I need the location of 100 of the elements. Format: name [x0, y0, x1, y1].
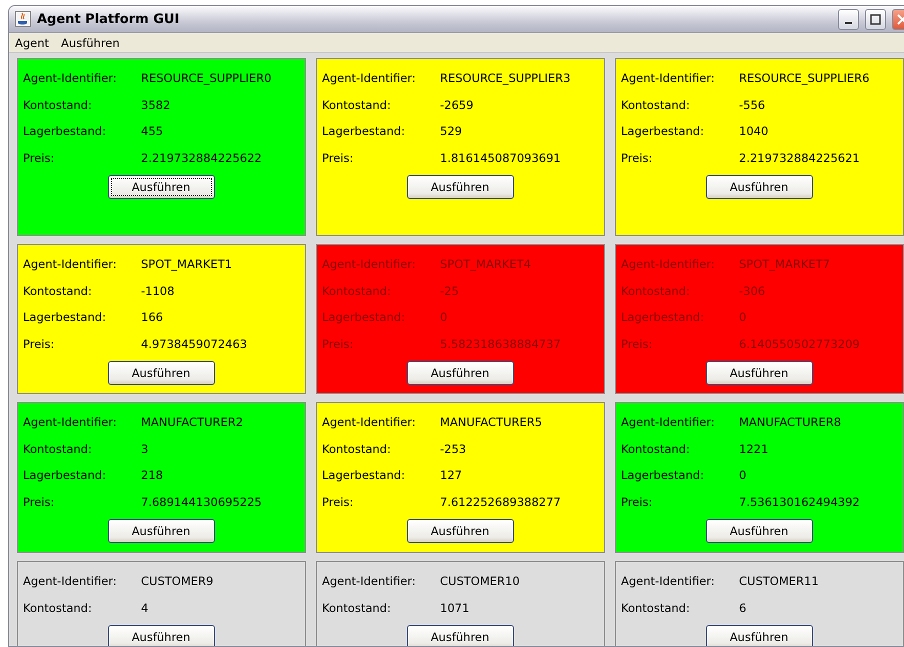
field-label: Agent-Identifier: [621, 574, 716, 588]
field-label: Kontostand: [621, 442, 691, 456]
field-label: Agent-Identifier: [621, 257, 716, 272]
field-label: Agent-Identifier: [322, 415, 417, 430]
field-label: Lagerbestand: [322, 468, 406, 482]
field-value: RESOURCE_SUPPLIER3 [440, 71, 570, 86]
field-label: Lagerbestand: [322, 124, 406, 138]
field-label: Kontostand: [322, 442, 392, 456]
field-value: 127 [440, 468, 462, 482]
field-value: MANUFACTURER8 [739, 415, 842, 430]
field-label: Kontostand: [23, 442, 93, 456]
run-button[interactable]: Ausführen [406, 519, 514, 543]
field-value: 0 [440, 310, 448, 324]
field-value: 4 [141, 600, 148, 615]
minimize-icon [845, 22, 852, 24]
field-value: SPOT_MARKET7 [739, 257, 830, 272]
field-label: Lagerbestand: [322, 310, 406, 324]
field-value: 6.140550502773209 [739, 336, 860, 351]
field-label: Preis: [621, 494, 654, 509]
window-title: Agent Platform GUI [37, 12, 180, 26]
field-label: Kontostand: [322, 98, 392, 112]
field-value: 1071 [440, 600, 470, 615]
menu-item[interactable]: Ausführen [61, 36, 120, 49]
field-value: 3582 [141, 98, 170, 112]
field-label: Preis: [23, 150, 56, 165]
field-value: SPOT_MARKET4 [440, 257, 531, 272]
field-label: Preis: [322, 494, 354, 509]
field-value: -556 [739, 98, 766, 112]
field-value: -2659 [440, 98, 474, 112]
field-label: Kontostand: [621, 600, 691, 615]
field-value: 455 [141, 124, 163, 138]
field-value: 5.582318638884737 [440, 336, 561, 351]
field-label: Agent-Identifier: [322, 574, 417, 588]
field-value: -1108 [141, 284, 174, 298]
field-label: Agent-Identifier: [621, 71, 716, 86]
field-label: Agent-Identifier: [621, 415, 716, 430]
run-button[interactable]: Ausführen [406, 175, 514, 199]
field-value: 4.9738459072463 [141, 336, 248, 351]
field-label: Agent-Identifier: [23, 574, 118, 588]
run-button[interactable]: Ausführen [706, 361, 812, 385]
field-value: 2.219732884225621 [739, 150, 860, 165]
run-button[interactable]: Ausführen [108, 361, 214, 385]
field-value: 218 [141, 468, 163, 482]
field-label: Kontostand: [621, 284, 691, 298]
field-label: Lagerbestand: [23, 124, 107, 138]
field-value: 2.219732884225622 [141, 150, 262, 165]
field-value: 1221 [739, 442, 768, 456]
field-label: Agent-Identifier: [23, 415, 118, 430]
run-button[interactable]: Ausführen [108, 519, 214, 543]
field-value: 7.612252689388277 [440, 494, 561, 509]
field-value: CUSTOMER9 [141, 574, 214, 588]
field-value: MANUFACTURER2 [141, 415, 244, 430]
run-button[interactable]: Ausführen [706, 625, 812, 646]
field-label: Lagerbestand: [621, 124, 705, 138]
field-label: Agent-Identifier: [322, 257, 417, 272]
field-value: SPOT_MARKET1 [141, 257, 232, 272]
run-button[interactable]: Ausführen [706, 175, 812, 199]
field-value: 1040 [739, 124, 768, 138]
run-button[interactable]: Ausführen [706, 519, 812, 543]
field-label: Preis: [23, 336, 56, 351]
field-value: 3 [141, 442, 148, 456]
field-value: RESOURCE_SUPPLIER6 [739, 71, 870, 86]
field-label: Preis: [322, 336, 354, 351]
run-button[interactable]: Ausführen [406, 361, 514, 385]
field-value: -25 [440, 284, 459, 298]
field-label: Kontostand: [621, 98, 691, 112]
field-label: Kontostand: [23, 98, 93, 112]
field-value: 166 [141, 310, 163, 324]
maximize-button[interactable] [865, 8, 886, 30]
field-label: Agent-Identifier: [23, 257, 118, 272]
field-value: 0 [739, 310, 746, 324]
field-value: -306 [739, 284, 766, 298]
field-value: MANUFACTURER5 [440, 415, 542, 430]
minimize-button[interactable] [838, 8, 859, 30]
field-value: 7.689144130695225 [141, 494, 262, 509]
run-button[interactable]: Ausführen [108, 175, 214, 199]
run-button[interactable]: Ausführen [406, 625, 514, 646]
field-label: Lagerbestand: [621, 468, 705, 482]
field-value: 0 [739, 468, 746, 482]
field-label: Agent-Identifier: [23, 71, 118, 86]
field-value: 529 [440, 124, 462, 138]
field-label: Preis: [23, 494, 56, 509]
field-label: Preis: [621, 150, 654, 165]
field-label: Preis: [621, 336, 654, 351]
field-value: 6 [739, 600, 746, 615]
field-label: Lagerbestand: [23, 468, 107, 482]
field-label: Lagerbestand: [621, 310, 705, 324]
field-label: Kontostand: [322, 284, 392, 298]
field-value: 1.816145087093691 [440, 150, 561, 165]
menu-item[interactable]: Agent [15, 36, 50, 49]
field-value: -253 [440, 442, 466, 456]
field-label: Kontostand: [23, 600, 93, 615]
field-value: RESOURCE_SUPPLIER0 [141, 71, 272, 86]
field-value: 7.536130162494392 [739, 494, 860, 509]
field-label: Agent-Identifier: [322, 71, 417, 86]
maximize-icon [870, 14, 881, 24]
run-button[interactable]: Ausführen [108, 625, 214, 646]
field-label: Lagerbestand: [23, 310, 107, 324]
field-label: Preis: [322, 150, 354, 165]
field-label: Kontostand: [23, 284, 93, 298]
